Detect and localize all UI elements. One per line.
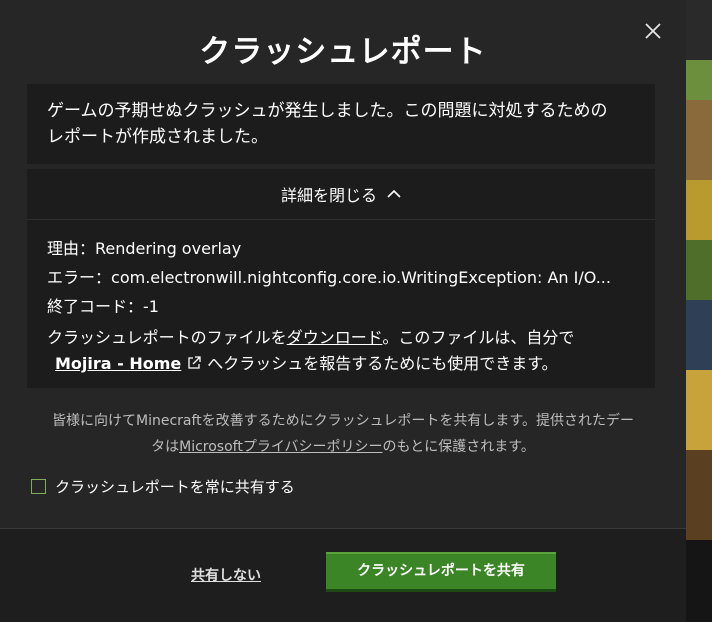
details-toggle-label: 詳細を閉じる xyxy=(280,186,377,205)
background-game-scene xyxy=(686,0,712,622)
decline-share-button[interactable]: 共有しない xyxy=(176,563,276,589)
error-label: エラー： xyxy=(47,268,112,287)
dialog-title: クラッシュレポート xyxy=(199,34,487,70)
crash-report-dialog: クラッシュレポート ゲームの予期せぬクラッシュが発生しました。この問題に対処する… xyxy=(0,0,686,622)
download-link[interactable]: ダウンロード xyxy=(287,328,383,347)
external-link-icon[interactable] xyxy=(187,356,201,370)
reason-value: Rendering overlay xyxy=(95,239,242,258)
exit-code-value: -1 xyxy=(143,297,159,316)
mojira-link[interactable]: Mojira - Home xyxy=(55,354,181,373)
exit-code-label: 終了コード： xyxy=(47,297,144,316)
privacy-policy-link[interactable]: Microsoftプライバシーポリシー xyxy=(179,439,382,455)
reason-row: 理由：Rendering overlay xyxy=(47,234,635,263)
crash-message-line1: ゲームの予期せぬクラッシュが発生しました。この問題に対処するための xyxy=(47,101,608,121)
file-text-before: クラッシュレポートのファイルを xyxy=(47,328,287,347)
exit-code-row: 終了コード：-1 xyxy=(47,292,635,321)
privacy-note: 皆様に向けてMinecraftを改善するためにクラッシュレポートを共有します。提… xyxy=(27,408,659,460)
crash-file-note: クラッシュレポートのファイルをダウンロード。このファイルは、自分で Mojira… xyxy=(47,325,635,377)
crash-message-box: ゲームの予期せぬクラッシュが発生しました。この問題に対処するための レポートが作… xyxy=(27,84,655,164)
privacy-line2: タはMicrosoftプライバシーポリシーのもとに保護されます。 xyxy=(27,434,659,460)
always-share-option[interactable]: クラッシュレポートを常に共有する xyxy=(31,476,295,497)
always-share-label: クラッシュレポートを常に共有する xyxy=(55,478,295,496)
crash-message-line2: レポートが作成されました。 xyxy=(47,127,268,147)
privacy-line1: 皆様に向けてMinecraftを改善するためにクラッシュレポートを共有します。提… xyxy=(52,413,634,429)
chevron-up-icon xyxy=(387,189,401,198)
error-row: エラー：com.electronwill.nightconfig.core.io… xyxy=(47,263,635,292)
dialog-footer: 共有しない クラッシュレポートを共有 xyxy=(0,529,686,622)
error-value: com.electronwill.nightconfig.core.io.Wri… xyxy=(111,268,611,287)
privacy-line2-suffix: のもとに保護されます。 xyxy=(382,439,535,455)
reason-label: 理由： xyxy=(47,239,96,258)
mojira-text-after: へクラッシュを報告するためにも使用できます。 xyxy=(207,354,558,373)
file-text-after: 。このファイルは、自分で xyxy=(382,328,575,347)
always-share-checkbox[interactable] xyxy=(31,479,46,494)
details-panel: 理由：Rendering overlay エラー：com.electronwil… xyxy=(27,220,655,388)
details-toggle[interactable]: 詳細を閉じる xyxy=(27,169,655,220)
share-crash-report-button[interactable]: クラッシュレポートを共有 xyxy=(326,552,556,592)
privacy-line2-prefix: タは xyxy=(151,439,180,455)
